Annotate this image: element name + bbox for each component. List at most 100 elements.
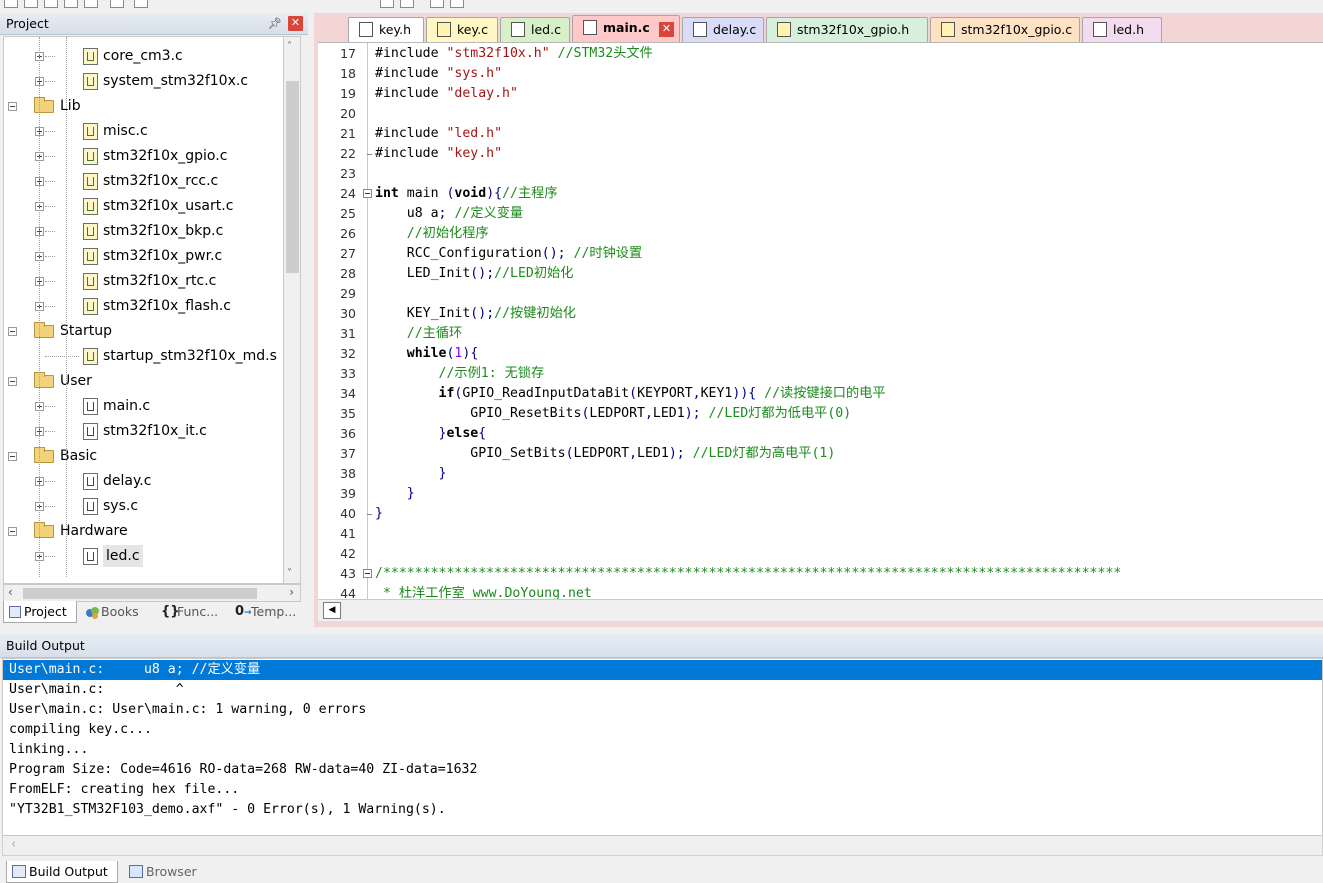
tab-books[interactable]: Books (81, 601, 151, 623)
toolbar-icon[interactable] (64, 0, 78, 8)
tree-file[interactable]: startup_stm32f10x_md.s (4, 345, 283, 367)
config-file-icon (83, 298, 98, 315)
tree-item-label: delay.c (103, 473, 152, 489)
build-output-line: FromELF: creating hex file... (9, 782, 240, 797)
toolbar-icon[interactable] (450, 0, 464, 8)
build-output-log[interactable]: User\main.c: u8 a; //定义变量 User\main.c: ^ U… (2, 658, 1323, 836)
tab-functions[interactable]: {} Func... (157, 601, 231, 623)
bottom-tabs: Build Output Browser (0, 859, 1323, 883)
editor-horizontal-scrollbar[interactable]: ◀ (318, 599, 1323, 621)
scroll-up-icon[interactable]: ˄ (287, 41, 292, 52)
toolbar-icon[interactable] (24, 0, 38, 8)
tab-key-c[interactable]: key.c (426, 17, 498, 42)
tree-file[interactable]: stm32f10x_usart.c (4, 195, 283, 217)
tree-vertical-scrollbar[interactable]: ˄ ˅ (283, 36, 301, 584)
tab-led-c[interactable]: led.c (500, 17, 570, 42)
scroll-thumb[interactable] (23, 588, 257, 599)
collapse-icon[interactable] (8, 102, 17, 111)
tab-browser[interactable]: Browser (124, 861, 204, 883)
tab-label: led.c (531, 22, 561, 37)
tree-item-label: Lib (60, 98, 81, 114)
scroll-thumb[interactable] (286, 81, 299, 273)
tree-item-label: Startup (60, 323, 112, 339)
fold-icon[interactable] (363, 569, 372, 578)
close-icon[interactable]: ✕ (659, 22, 674, 37)
scroll-down-icon[interactable]: ˅ (287, 568, 292, 579)
tree-file[interactable]: stm32f10x_pwr.c (4, 245, 283, 267)
toolbar-icon[interactable] (44, 0, 58, 8)
scroll-left-icon[interactable]: ◀ (323, 602, 341, 619)
tab-led-h[interactable]: led.h (1082, 17, 1162, 42)
tab-stm32f10x-gpio-c[interactable]: stm32f10x_gpio.c (930, 17, 1080, 42)
code-line: #include "led.h" (375, 126, 503, 141)
tree-item-label: startup_stm32f10x_md.s (103, 348, 277, 364)
tree-item-label: core_cm3.c (103, 48, 183, 64)
tree-item-label: stm32f10x_bkp.c (103, 223, 224, 239)
tree-file[interactable]: stm32f10x_gpio.c (4, 145, 283, 167)
tree-group[interactable]: Hardware (4, 520, 283, 542)
code-line: } (406, 486, 415, 501)
tab-delay-c[interactable]: delay.c (682, 17, 764, 42)
config-file-icon (83, 223, 98, 240)
project-tree: core_cm3.c system_stm32f10x.c Lib misc.c stm… (3, 36, 283, 584)
collapse-icon[interactable] (8, 452, 17, 461)
toolbar-icon[interactable] (84, 0, 98, 8)
fold-icon[interactable] (363, 189, 372, 198)
tree-file[interactable]: delay.c (4, 470, 283, 492)
collapse-icon[interactable] (8, 327, 17, 336)
toolbar-icon[interactable] (134, 0, 148, 8)
line-number: 39 (340, 486, 356, 501)
folder-icon (34, 447, 54, 463)
project-panel-header: Project 📌︎ ✕ (0, 13, 308, 35)
tab-build-output[interactable]: Build Output (6, 861, 118, 883)
tab-templates[interactable]: 0→ Temp... (231, 601, 303, 623)
tree-file[interactable]: stm32f10x_bkp.c (4, 220, 283, 242)
code-line: /***************************************… (375, 566, 1122, 581)
tree-line (66, 37, 67, 577)
tree-group[interactable]: User (4, 370, 283, 392)
tab-project[interactable]: Project (3, 601, 77, 623)
tree-file[interactable]: stm32f10x_flash.c (4, 295, 283, 317)
toolbar-icon[interactable] (430, 0, 444, 8)
tree-file[interactable]: misc.c (4, 120, 283, 142)
tree-file[interactable]: core_cm3.c (4, 45, 283, 67)
tree-item-label: stm32f10x_usart.c (103, 198, 234, 214)
line-number: 36 (340, 426, 356, 441)
line-number: 28 (340, 266, 356, 281)
toolbar-icon[interactable] (400, 0, 414, 8)
build-output-line: compiling key.c... (9, 722, 152, 737)
tab-main-c[interactable]: main.c ✕ (572, 15, 680, 43)
scroll-left-icon[interactable]: ‹ (11, 837, 16, 852)
tree-group[interactable]: Basic (4, 445, 283, 467)
build-output-line: linking... (9, 742, 89, 757)
tree-group[interactable]: Startup (4, 320, 283, 342)
tree-file[interactable]: sys.c (4, 495, 283, 517)
tree-file[interactable]: stm32f10x_rtc.c (4, 270, 283, 292)
scroll-left-icon[interactable]: ‹ (8, 585, 13, 599)
code-editor[interactable]: 17 18 19 20 21 22 23 24 25 26 27 28 29 30 31 32 33 34 35 36… (318, 42, 1323, 599)
tree-file[interactable]: main.c (4, 395, 283, 417)
tree-group[interactable]: Lib (4, 95, 283, 117)
scroll-right-icon[interactable]: › (289, 585, 294, 599)
pin-icon[interactable]: 📌︎ (268, 13, 282, 34)
toolbar-icon[interactable] (380, 0, 394, 8)
close-icon[interactable]: ✕ (288, 16, 303, 31)
tree-file[interactable]: stm32f10x_rcc.c (4, 170, 283, 192)
tree-file[interactable]: system_stm32f10x.c (4, 70, 283, 92)
file-tab-icon (693, 22, 707, 37)
tree-file[interactable]: led.c (4, 545, 283, 567)
build-output-scrollbar[interactable]: ‹ (2, 836, 1323, 856)
line-number: 27 (340, 246, 356, 261)
line-number: 19 (340, 86, 356, 101)
build-output-line: Program Size: Code=4616 RO-data=268 RW-d… (9, 762, 478, 777)
collapse-icon[interactable] (8, 527, 17, 536)
collapse-icon[interactable] (8, 377, 17, 386)
toolbar-icon[interactable] (110, 0, 124, 8)
tree-line (45, 506, 55, 507)
tree-file[interactable]: stm32f10x_it.c (4, 420, 283, 442)
tab-label: Browser (146, 864, 197, 879)
tab-stm32f10x-gpio-h[interactable]: stm32f10x_gpio.h (766, 17, 928, 42)
toolbar-icon[interactable] (4, 0, 18, 8)
tree-line (45, 181, 55, 182)
tab-key-h[interactable]: key.h (348, 17, 424, 42)
